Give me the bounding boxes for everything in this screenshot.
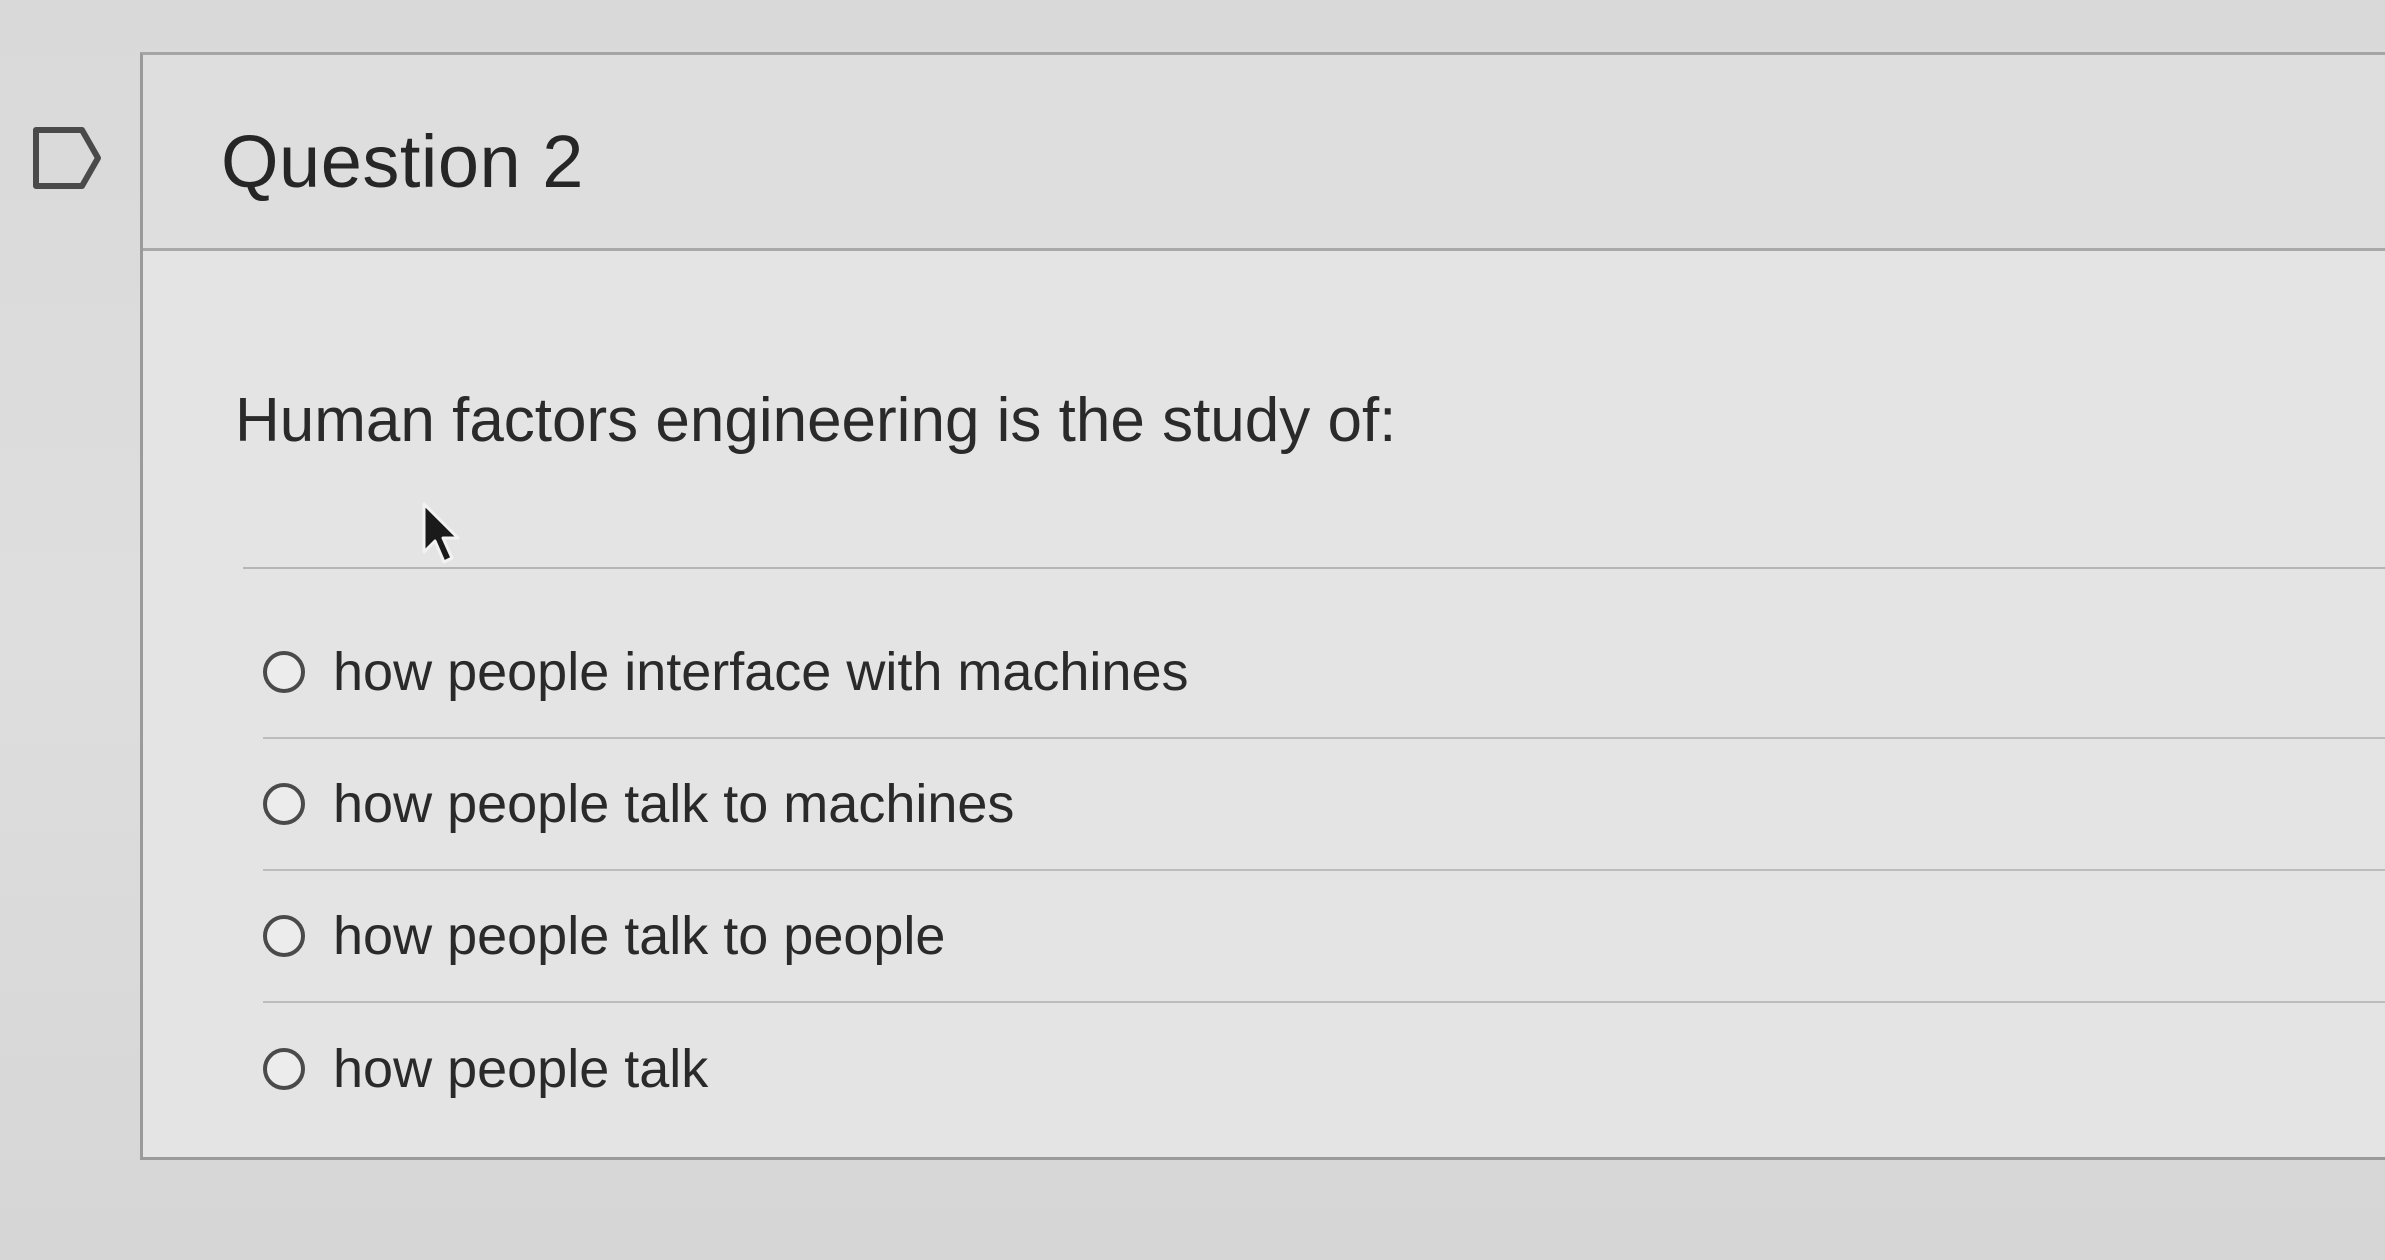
- question-title: Question 2: [221, 120, 584, 203]
- answer-label[interactable]: how people talk to machines: [333, 773, 1014, 835]
- radio-unchecked-icon[interactable]: [263, 1048, 305, 1090]
- answer-option-1[interactable]: how people interface with machines: [263, 607, 2385, 739]
- prompt-divider: [243, 567, 2385, 569]
- flag-question-icon[interactable]: [32, 126, 102, 190]
- answer-option-2[interactable]: how people talk to machines: [263, 739, 2385, 871]
- answer-label[interactable]: how people talk to people: [333, 905, 945, 967]
- question-header: Question 2: [143, 55, 2385, 251]
- quiz-page: Question 2 Human factors engineering is …: [0, 0, 2385, 1260]
- radio-unchecked-icon[interactable]: [263, 783, 305, 825]
- answer-label[interactable]: how people interface with machines: [333, 641, 1188, 703]
- question-prompt: Human factors engineering is the study o…: [235, 386, 1397, 455]
- radio-unchecked-icon[interactable]: [263, 651, 305, 693]
- radio-unchecked-icon[interactable]: [263, 915, 305, 957]
- question-card: Question 2 Human factors engineering is …: [140, 52, 2385, 1160]
- answer-option-4[interactable]: how people talk: [263, 1003, 2385, 1135]
- answer-label[interactable]: how people talk: [333, 1038, 708, 1100]
- answer-list: how people interface with machines how p…: [263, 607, 2385, 1135]
- mouse-pointer-icon: [420, 502, 464, 566]
- answer-option-3[interactable]: how people talk to people: [263, 871, 2385, 1003]
